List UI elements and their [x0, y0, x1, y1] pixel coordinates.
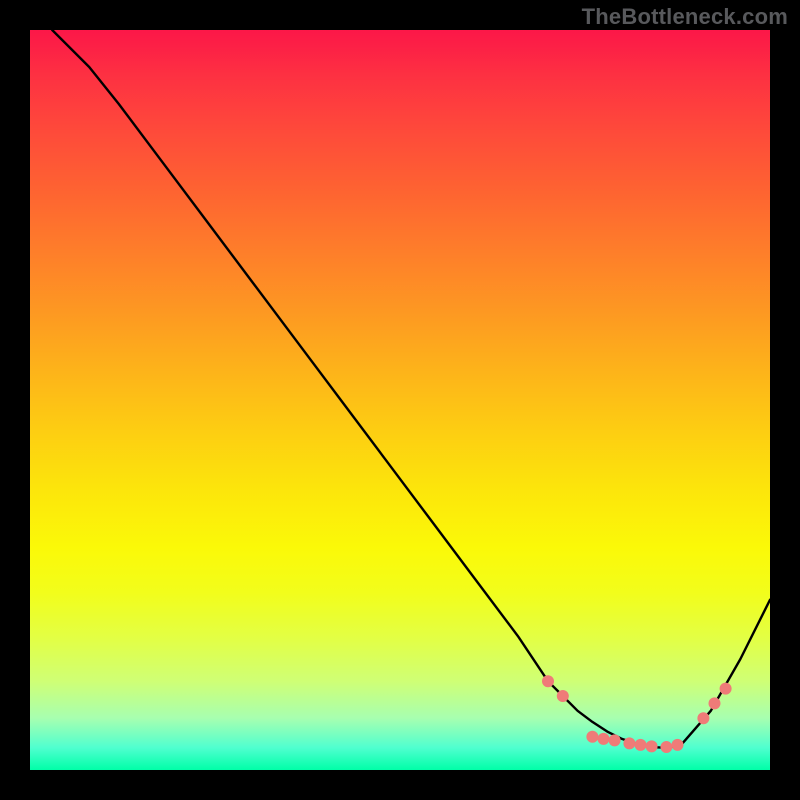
watermark-text: TheBottleneck.com	[582, 4, 788, 30]
chart-plot-area	[30, 30, 770, 770]
